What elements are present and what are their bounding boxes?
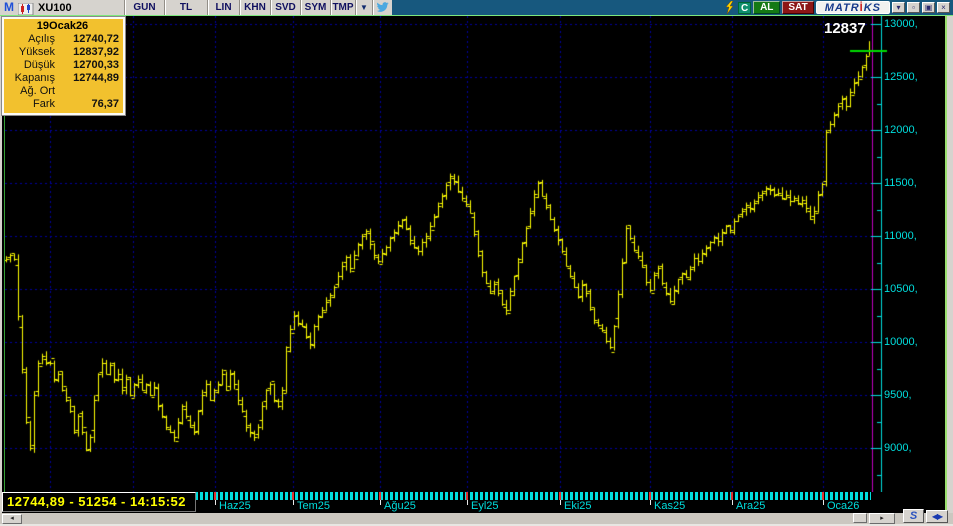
month-tick (732, 500, 733, 505)
x-axis-month-label: Haz25 (219, 500, 251, 512)
month-boundary-mark (466, 492, 468, 500)
connection-status-icon[interactable]: C (738, 1, 752, 14)
quote-row: Ağ. Ort (20, 85, 55, 97)
quote-row: Kapanış 12744,89 (14, 72, 119, 84)
y-axis-tick-label: 10500, (884, 283, 918, 295)
month-tick (215, 500, 216, 505)
quote-row: Yüksek 12837,92 (18, 46, 119, 58)
buy-button[interactable]: AL (753, 1, 781, 14)
sell-button[interactable]: SAT (782, 1, 814, 14)
month-tick (650, 500, 651, 505)
matriks-chart-window: M XU100 GUN TL LIN KHN SVD SYM TMP ▼ C AL SAT … (0, 0, 953, 526)
scrollbar-thumb[interactable] (853, 513, 867, 523)
month-boundary-mark (292, 492, 294, 500)
session-high-label: 12837 (824, 20, 866, 37)
chart-scrollbar[interactable] (0, 513, 953, 524)
month-boundary-mark (822, 492, 824, 500)
x-axis-month-label: Ara25 (736, 500, 766, 512)
symbol-input[interactable]: XU100 (36, 2, 124, 14)
x-axis-month-label: Tem25 (297, 500, 331, 512)
lightning-icon[interactable] (723, 1, 736, 14)
month-boundary-mark (214, 492, 216, 500)
matriks-brand-logo: MATRİKS (815, 1, 890, 14)
month-boundary-mark (559, 492, 561, 500)
y-axis-tick-label: 12000, (884, 124, 918, 136)
price-chart-canvas[interactable] (5, 16, 945, 492)
maximize-button[interactable]: ▣ (922, 2, 935, 13)
chart-type-icon[interactable] (17, 2, 34, 15)
y-axis-tick-label: 13000, (884, 18, 918, 30)
toolbar-button-sym[interactable]: SYM (300, 0, 330, 15)
toolbar-button-tmp[interactable]: TMP (330, 0, 355, 15)
month-tick (560, 500, 561, 505)
window-menu-button[interactable]: ▾ (892, 2, 905, 13)
scroll-right-button[interactable]: ▸ (869, 513, 895, 524)
quote-row: Düşük 12700,33 (23, 59, 119, 71)
month-boundary-mark (731, 492, 733, 500)
status-bar: 12744,89 - 51254 - 14:15:52 (2, 492, 196, 512)
panel-right-border (945, 15, 947, 524)
chevron-down-icon[interactable]: ▼ (355, 0, 372, 15)
minimize-button[interactable]: ▫ (907, 2, 920, 13)
twitter-icon[interactable] (371, 0, 392, 15)
close-button[interactable]: × (937, 2, 950, 13)
month-tick (293, 500, 294, 505)
month-tick (380, 500, 381, 505)
quote-info-panel: 19Ocak26 Açılış 12740,72 Yüksek 12837,92 Düş… (1, 16, 126, 116)
toolbar-button-lin[interactable]: LIN (207, 0, 239, 15)
toolbar-buttons: GUN TL LIN KHN SVD SYM TMP (124, 0, 355, 15)
quote-row: Fark 76,37 (33, 98, 119, 110)
quote-rows: Açılış 12740,72 Yüksek 12837,92 Düşük 12700,3… (6, 33, 119, 111)
y-axis-tick-label: 11000, (884, 230, 917, 242)
y-axis-tick-label: 9000, (884, 442, 912, 454)
toolbar-button-svd[interactable]: SVD (270, 0, 300, 15)
month-tick (823, 500, 824, 505)
toolbar-button-khn[interactable]: KHN (239, 0, 270, 15)
toolbar-button-gun[interactable]: GUN (124, 0, 164, 15)
page-nav-buttons[interactable]: ◀▶ (926, 510, 948, 523)
month-boundary-mark (649, 492, 651, 500)
month-tick (467, 500, 468, 505)
y-axis-tick-label: 10000, (884, 336, 918, 348)
matriks-s-logo-button[interactable]: S (903, 509, 924, 523)
x-axis-month-label: Oca26 (827, 500, 860, 512)
titlebar-drag-area[interactable] (391, 0, 724, 15)
y-axis-tick-label: 9500, (884, 389, 912, 401)
titlebar: M XU100 GUN TL LIN KHN SVD SYM TMP ▼ C AL SAT … (0, 0, 953, 15)
y-axis-tick-label: 12500, (884, 71, 918, 83)
matriks-m-logo: M (4, 0, 14, 14)
titlebar-right: C AL SAT MATRİKS ▾ ▫ ▣ × (723, 0, 953, 15)
toolbar-left: M XU100 GUN TL LIN KHN SVD SYM TMP ▼ (0, 0, 392, 15)
x-axis-month-label: Kas25 (654, 500, 686, 512)
quote-row: Açılış 12740,72 (28, 33, 119, 45)
quote-date: 19Ocak26 (36, 20, 89, 32)
month-boundary-mark (379, 492, 381, 500)
x-axis-month-label: Eki25 (564, 500, 592, 512)
x-axis-month-label: Eyl25 (471, 500, 499, 512)
y-axis-tick-label: 11500, (884, 177, 917, 189)
toolbar-button-tl[interactable]: TL (164, 0, 207, 15)
x-axis-month-label: Ağu25 (384, 500, 416, 512)
scroll-left-button[interactable]: ◂ (2, 514, 22, 524)
